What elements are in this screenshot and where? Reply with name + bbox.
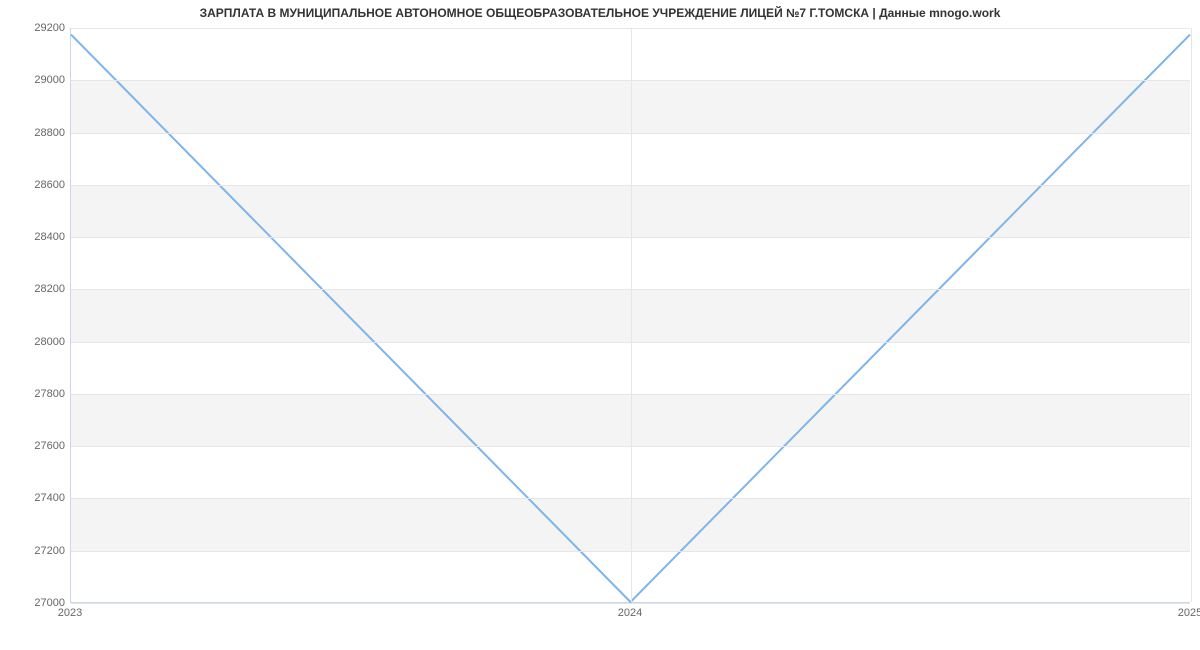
y-axis-tick-label: 28200 bbox=[5, 283, 65, 295]
y-axis-tick-label: 27200 bbox=[5, 545, 65, 557]
x-axis-tick-label: 2023 bbox=[58, 607, 82, 619]
plot-area[interactable] bbox=[70, 28, 1190, 603]
salary-line-chart: ЗАРПЛАТА В МУНИЦИПАЛЬНОЕ АВТОНОМНОЕ ОБЩЕ… bbox=[0, 0, 1200, 650]
y-axis-tick-label: 28800 bbox=[5, 127, 65, 139]
y-axis-tick-label: 27600 bbox=[5, 440, 65, 452]
y-axis-tick-label: 27800 bbox=[5, 388, 65, 400]
y-axis-tick-label: 28400 bbox=[5, 231, 65, 243]
y-axis-tick-label: 27400 bbox=[5, 492, 65, 504]
x-axis-tick-label: 2025 bbox=[1178, 607, 1200, 619]
x-gridline bbox=[631, 28, 632, 602]
x-gridline bbox=[1191, 28, 1192, 602]
y-axis-tick-label: 29000 bbox=[5, 74, 65, 86]
y-axis-tick-label: 28000 bbox=[5, 336, 65, 348]
y-gridline bbox=[71, 603, 1190, 604]
x-axis-tick-label: 2024 bbox=[618, 607, 642, 619]
y-axis-tick-label: 28600 bbox=[5, 179, 65, 191]
y-axis-tick-label: 29200 bbox=[5, 22, 65, 34]
chart-title: ЗАРПЛАТА В МУНИЦИПАЛЬНОЕ АВТОНОМНОЕ ОБЩЕ… bbox=[0, 6, 1200, 20]
y-axis-tick-label: 27000 bbox=[5, 597, 65, 609]
